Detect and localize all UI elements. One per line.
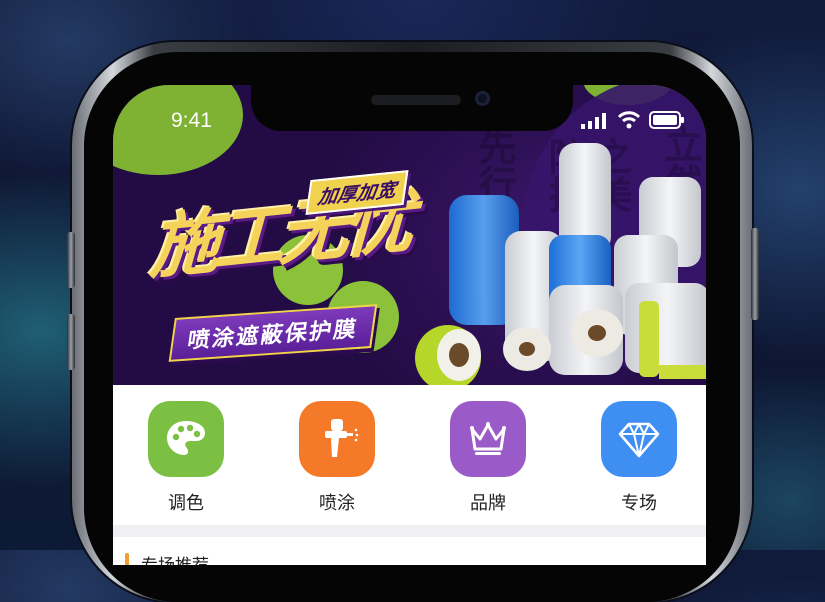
status-time: 9:41 <box>171 109 212 132</box>
section-header: 专场推荐 <box>113 537 706 565</box>
category-item-brand[interactable]: 品牌 <box>438 401 538 515</box>
section-special-recommend: 专场推荐 <box>113 525 706 565</box>
front-camera <box>475 91 490 106</box>
palette-icon <box>148 401 224 477</box>
signal-icon <box>581 113 606 129</box>
phone-notch <box>251 85 573 131</box>
spray-gun-icon <box>299 401 375 477</box>
category-item-color[interactable]: 调色 <box>136 401 236 515</box>
category-label: 调色 <box>168 493 204 514</box>
product-rolls-image <box>415 143 706 385</box>
category-label: 品牌 <box>470 493 506 514</box>
promo-banner[interactable]: 先行 防护 之美 立然 施工无忧 加厚加宽 喷涂遮蔽保护膜 <box>113 85 706 385</box>
phone-side-button-right <box>751 228 759 320</box>
banner-title-block: 施工无忧 加厚加宽 喷涂遮蔽保护膜 <box>133 165 433 365</box>
battery-icon <box>649 111 684 129</box>
banner-subtitle: 喷涂遮蔽保护膜 <box>168 304 378 362</box>
category-nav: 调色 喷涂 品牌 专场 <box>113 385 706 525</box>
category-label: 喷涂 <box>319 493 355 514</box>
category-item-special[interactable]: 专场 <box>589 401 689 515</box>
crown-icon <box>450 401 526 477</box>
wifi-icon <box>617 111 641 129</box>
speaker-grille <box>371 95 461 105</box>
category-label: 专场 <box>621 493 657 514</box>
section-accent-bar <box>125 553 129 565</box>
diamond-icon <box>601 401 677 477</box>
phone-side-button-left-1 <box>67 232 75 288</box>
category-item-spray[interactable]: 喷涂 <box>287 401 387 515</box>
phone-side-button-left-2 <box>67 314 75 370</box>
app-screen: 先行 防护 之美 立然 施工无忧 加厚加宽 喷涂遮蔽保护膜 <box>113 85 706 565</box>
section-title: 专场推荐 <box>141 551 209 565</box>
